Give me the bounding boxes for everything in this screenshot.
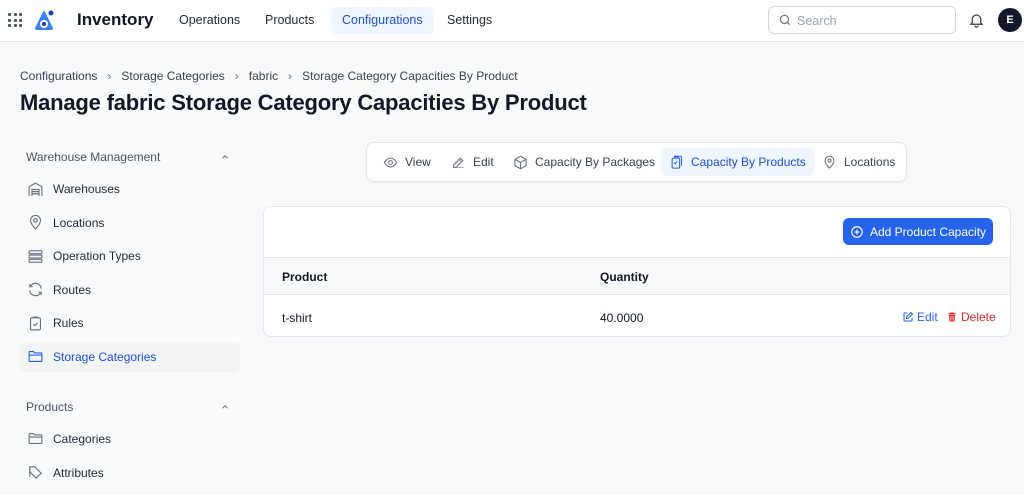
chevron-right-icon: › <box>288 69 293 83</box>
chevron-right-icon: › <box>234 69 239 83</box>
pencil-icon <box>452 156 464 168</box>
map-pin-icon <box>824 155 835 169</box>
tab-label: View <box>405 155 431 169</box>
cell-product: t-shirt <box>282 311 312 325</box>
refresh-icon <box>26 281 44 299</box>
edit-icon <box>903 311 914 322</box>
notification-bell-icon[interactable] <box>968 11 985 29</box>
column-header-product[interactable]: Product <box>282 270 327 284</box>
tab-label: Capacity By Products <box>691 155 806 169</box>
breadcrumb-fabric[interactable]: fabric <box>249 69 278 83</box>
search-input[interactable] <box>797 12 947 29</box>
nav-configurations[interactable]: Configurations <box>331 7 434 34</box>
tag-icon <box>26 464 44 482</box>
nav-settings[interactable]: Settings <box>436 7 503 34</box>
stack-icon <box>26 247 44 265</box>
record-tabs: View Edit Capacity By Packages Capacity … <box>366 142 907 182</box>
tab-locations[interactable]: Locations <box>814 148 903 176</box>
sidebar-item-attributes[interactable]: Attributes <box>20 458 240 488</box>
sidebar-item-label: Storage Categories <box>53 349 157 364</box>
folder-icon <box>26 348 44 366</box>
user-avatar[interactable]: E <box>998 8 1022 32</box>
tab-capacity-by-products[interactable]: Capacity By Products <box>661 148 814 176</box>
tab-label: Capacity By Packages <box>535 155 656 169</box>
row-edit-button[interactable]: Edit <box>902 310 938 324</box>
tab-view[interactable]: View <box>375 148 439 176</box>
plus-circle-icon <box>851 225 863 238</box>
chevron-right-icon: › <box>107 69 112 83</box>
clipboard-check-icon <box>26 314 44 332</box>
search-box[interactable] <box>768 6 956 34</box>
sidebar-section-warehouse-management[interactable]: Warehouse Management <box>20 140 240 174</box>
sidebar-item-label: Attributes <box>53 465 104 480</box>
chevron-up-icon <box>222 404 228 409</box>
breadcrumb: Configurations › Storage Categories › fa… <box>20 69 518 83</box>
breadcrumb-storage-categories[interactable]: Storage Categories <box>121 69 224 83</box>
capacity-table-card: Add Product Capacity Product Quantity t-… <box>263 206 1011 337</box>
search-icon <box>779 14 791 26</box>
sidebar-item-label: Categories <box>53 431 112 446</box>
page-title: Manage fabric Storage Category Capacitie… <box>20 90 587 115</box>
table-header: Product Quantity <box>264 257 1010 295</box>
clipboard-icon <box>671 155 683 169</box>
sidebar-item-label: Routes <box>53 282 92 297</box>
tab-capacity-by-packages[interactable]: Capacity By Packages <box>505 148 663 176</box>
breadcrumb-current: Storage Category Capacities By Product <box>302 69 518 83</box>
sidebar-item-rules[interactable]: Rules <box>20 308 240 338</box>
sidebar-item-label: Warehouses <box>53 182 120 196</box>
tab-edit[interactable]: Edit <box>443 148 502 176</box>
sidebar-item-label: Rules <box>53 316 84 331</box>
sidebar-item-label: Operation Types <box>53 249 141 264</box>
sidebar-item-locations[interactable]: Locations <box>20 208 240 238</box>
app-brand[interactable]: Inventory <box>77 10 154 30</box>
inventory-logo-icon <box>35 10 54 30</box>
edit-label: Edit <box>917 310 938 324</box>
trash-icon <box>948 312 956 322</box>
cell-quantity: 40.0000 <box>600 311 644 325</box>
sidebar-item-operation-types[interactable]: Operation Types <box>20 241 240 271</box>
sidebar: Warehouse Management Warehouses Location… <box>20 140 240 491</box>
eye-icon <box>383 157 398 167</box>
sidebar-section-title: Warehouse Management <box>26 150 161 164</box>
map-pin-icon <box>26 214 44 232</box>
column-header-quantity[interactable]: Quantity <box>600 270 649 284</box>
tab-label: Locations <box>844 155 896 169</box>
row-delete-button[interactable]: Delete <box>946 310 996 324</box>
nav-operations[interactable]: Operations <box>168 7 251 34</box>
add-product-capacity-button[interactable]: Add Product Capacity <box>843 218 993 245</box>
cube-icon <box>514 155 527 169</box>
sidebar-item-routes[interactable]: Routes <box>20 275 240 305</box>
sidebar-item-storage-categories[interactable]: Storage Categories <box>20 341 240 372</box>
breadcrumb-configurations[interactable]: Configurations <box>20 69 97 83</box>
chevron-up-icon <box>222 155 228 159</box>
folder-icon <box>26 430 44 448</box>
nav-products[interactable]: Products <box>254 7 325 34</box>
sidebar-item-categories[interactable]: Categories <box>20 424 240 454</box>
app-grid-icon[interactable] <box>8 13 22 27</box>
sidebar-item-label: Locations <box>53 215 105 230</box>
warehouse-icon <box>26 180 44 198</box>
top-bar: Inventory Operations Products Configurat… <box>0 0 1024 42</box>
tab-label: Edit <box>473 155 494 169</box>
sidebar-item-warehouses[interactable]: Warehouses <box>20 174 240 204</box>
sidebar-section-products[interactable]: Products <box>20 390 240 424</box>
sidebar-section-title: Products <box>26 399 74 414</box>
delete-label: Delete <box>961 310 996 324</box>
table-row: t-shirt 40.0000 Edit Delete <box>264 297 1010 337</box>
add-button-label: Add Product Capacity <box>869 224 987 239</box>
